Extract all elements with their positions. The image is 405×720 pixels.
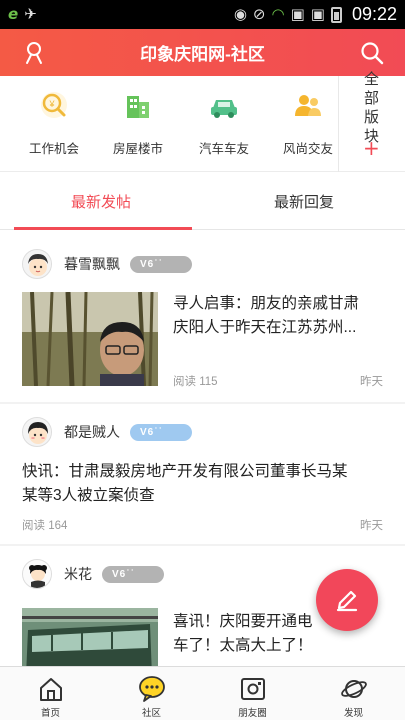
battery-icon	[330, 6, 342, 23]
tab-latest-posts[interactable]: 最新发帖	[0, 172, 202, 230]
no-signal-icon: ⊘	[252, 5, 266, 23]
post-author: 都是贼人 V6 ˙˙	[22, 416, 192, 448]
nav-label: 首页	[40, 708, 60, 719]
search-button[interactable]	[348, 29, 395, 76]
post-time: 昨天	[360, 376, 383, 388]
clock: 09:22	[351, 4, 397, 24]
nav-label: 朋友圈	[238, 708, 267, 719]
username[interactable]: 暮雪飘飘	[64, 254, 120, 274]
active-tab-indicator	[14, 227, 192, 230]
page-title: 印象庆阳网-社区	[140, 45, 265, 64]
nav-label: 社区	[141, 708, 161, 719]
category-housing[interactable]: 房屋楼市	[96, 76, 180, 172]
moments-icon	[239, 675, 267, 703]
home-icon	[37, 675, 65, 703]
read-count: 阅读 115	[173, 376, 218, 388]
post-title[interactable]: 寻人启事：朋友的亲戚甘肃 庆阳人于昨天在江苏苏州...	[173, 292, 383, 340]
wifi-icon: ◠	[271, 5, 285, 23]
search-icon	[360, 41, 383, 64]
status-right: ◉ ⊘ ◠ ▣ ▣ 09:22	[234, 4, 397, 25]
username[interactable]: 米花	[64, 564, 92, 584]
post-title[interactable]: 快讯：甘肃晟毅房地产开发有限公司董事长马某 某等3人被立案侦查	[22, 460, 388, 508]
nav-home[interactable]: 首页	[0, 667, 101, 720]
level-text: V6	[112, 568, 127, 580]
feed-tabs: 最新发帖 最新回复	[0, 172, 405, 230]
post-item[interactable]: 暮雪飘飘 V6 ˙˙ 寻人启事：朋友的亲戚甘肃 庆阳人于昨天在江苏苏州... 阅…	[0, 236, 405, 402]
people-icon	[289, 86, 327, 124]
category-jobs[interactable]: ¥ 工作机会	[12, 76, 96, 172]
svg-text:¥: ¥	[48, 99, 55, 109]
all-sections-label: 全部版块	[364, 71, 380, 145]
eye-icon: ◉	[233, 5, 247, 23]
nav-community[interactable]: 社区	[101, 667, 202, 720]
status-left: e ✈	[8, 7, 37, 22]
sim-icon: ▣	[290, 5, 305, 23]
user-icon	[25, 41, 42, 64]
level-badge: V6 ˙˙	[102, 565, 164, 583]
post-time: 昨天	[360, 520, 383, 532]
nav-discover[interactable]: 发现	[303, 667, 404, 720]
level-badge: V6 ˙˙	[130, 423, 192, 441]
post-thumbnail[interactable]	[22, 292, 158, 386]
category-label: 房屋楼市	[112, 142, 163, 156]
app-screen: e ✈ ◉ ⊘ ◠ ▣ ▣ 09:22 印象庆阳网-社区 ¥ 工作机会 房屋楼市…	[0, 0, 405, 720]
post-author: 暮雪飘飘 V6 ˙˙	[22, 248, 192, 280]
category-strip: ¥ 工作机会 房屋楼市 汽车车友 风尚交友 全部版块 +	[0, 71, 405, 172]
pencil-icon	[336, 590, 358, 612]
level-text: V6	[140, 426, 155, 438]
post-thumbnail[interactable]	[22, 608, 158, 666]
category-label: 汽车车友	[198, 142, 249, 156]
level-badge: V6 ˙˙	[130, 255, 192, 273]
chat-bubble-icon	[138, 675, 166, 703]
read-count: 阅读 164	[22, 520, 68, 532]
toolkit-icon: ✈	[24, 5, 37, 23]
post-item[interactable]: 都是贼人 V6 ˙˙ 快讯：甘肃晟毅房地产开发有限公司董事长马某 某等3人被立案…	[0, 404, 405, 544]
app-header: 印象庆阳网-社区	[0, 29, 405, 76]
post-author: 米花 V6 ˙˙	[22, 558, 164, 590]
car-icon	[205, 86, 243, 124]
level-text: V6	[140, 258, 155, 270]
category-label: 风尚交友	[282, 142, 333, 156]
category-label: 工作机会	[28, 142, 79, 156]
job-icon: ¥	[35, 86, 73, 124]
category-cars[interactable]: 汽车车友	[182, 76, 266, 172]
building-icon	[119, 86, 157, 124]
bottom-nav: 首页 社区 朋友圈 发现	[0, 666, 405, 720]
avatar[interactable]	[22, 417, 52, 447]
all-sections-button[interactable]: 全部版块 +	[338, 71, 405, 172]
nav-label: 发现	[343, 708, 363, 719]
status-bar: e ✈ ◉ ⊘ ◠ ▣ ▣ 09:22	[0, 0, 405, 29]
sim-icon: ▣	[310, 5, 325, 23]
e-browser-icon: e	[8, 5, 19, 23]
profile-button[interactable]	[10, 29, 57, 76]
username[interactable]: 都是贼人	[64, 422, 120, 442]
compose-post-button[interactable]	[316, 569, 378, 631]
planet-icon	[340, 675, 368, 703]
nav-moments[interactable]: 朋友圈	[202, 667, 303, 720]
tab-latest-replies[interactable]: 最新回复	[203, 172, 405, 230]
avatar[interactable]	[22, 249, 52, 279]
avatar[interactable]	[22, 559, 52, 589]
plus-icon: +	[363, 136, 380, 160]
